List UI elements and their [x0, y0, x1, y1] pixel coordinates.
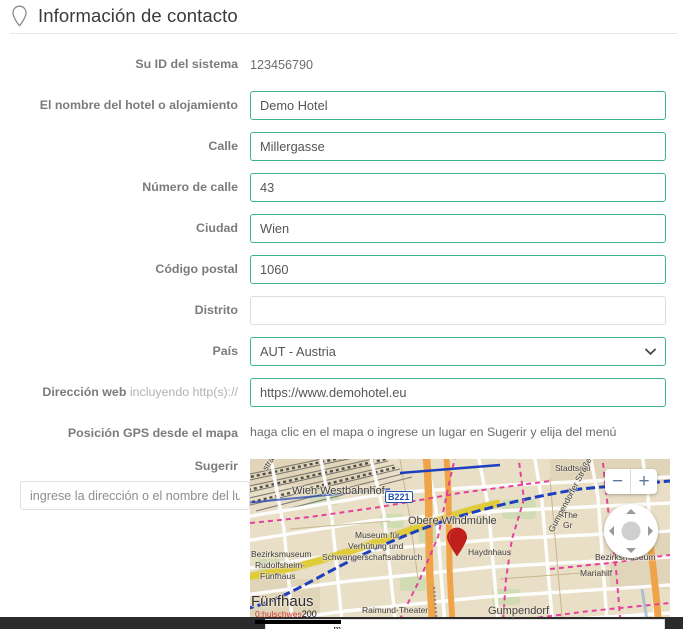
map-pan-control[interactable] [604, 504, 658, 558]
hotel-name-input[interactable] [250, 91, 666, 120]
map-scale-bar: 0:hulschwes200 m [255, 609, 341, 629]
label-web-address-muted: incluyendo http(s):// [129, 385, 238, 399]
contact-form: Su ID del sistema 123456790 El nombre de… [0, 34, 683, 629]
web-address-input[interactable] [250, 378, 666, 407]
zoom-in-button[interactable]: + [631, 469, 657, 494]
map-zoom-controls[interactable]: − + [605, 469, 657, 494]
zoom-out-button[interactable]: − [605, 469, 631, 494]
form-row-country: País AUT - Austria [0, 337, 683, 366]
label-street: Calle [208, 139, 238, 153]
form-row-district: Distrito [0, 296, 683, 325]
form-row-web-address: Dirección web incluyendo http(s):// [0, 378, 683, 407]
form-row-gps-position: Posición GPS desde el mapa haga clic en … [0, 419, 683, 447]
form-row-postal-code: Código postal [0, 255, 683, 284]
label-web-address-main: Dirección web [42, 385, 127, 399]
road-badge: B221 [385, 491, 413, 503]
label-street-number: Número de calle [142, 180, 238, 194]
street-input[interactable] [250, 132, 666, 161]
label-district: Distrito [194, 303, 238, 317]
map-pin-icon [10, 5, 29, 27]
pan-right-icon[interactable] [648, 526, 653, 536]
city-input[interactable] [250, 214, 666, 243]
street-number-input[interactable] [250, 173, 666, 202]
label-hotel-name: El nombre del hotel o alojamiento [39, 98, 238, 112]
suggest-input[interactable] [20, 481, 250, 510]
form-row-street: Calle [0, 132, 683, 161]
label-country: País [212, 344, 239, 358]
contact-information-page: Información de contacto Su ID del sistem… [0, 0, 683, 629]
label-city: Ciudad [196, 221, 238, 235]
pan-center-hub[interactable] [621, 521, 641, 541]
suggest-and-map-row: Sugerir ingrese la dirección o el nombre… [0, 459, 683, 629]
label-system-id: Su ID del sistema [135, 57, 238, 71]
label-web-address: Dirección web incluyendo http(s):// [0, 378, 250, 401]
page-title: Información de contacto [38, 5, 238, 26]
form-row-system-id: Su ID del sistema 123456790 [0, 51, 683, 79]
pan-up-icon[interactable] [626, 509, 636, 514]
page-header: Información de contacto [0, 0, 683, 33]
label-postal-code: Código postal [155, 262, 238, 276]
page-bottom-strip [0, 617, 683, 629]
suggest-column: Sugerir [0, 459, 250, 510]
country-select[interactable]: AUT - Austria [250, 337, 666, 366]
scale-unit: m [333, 624, 342, 629]
gps-position-hint: haga clic en el mapa o ingrese un lugar … [250, 425, 617, 439]
form-row-street-number: Número de calle [0, 173, 683, 202]
pan-left-icon[interactable] [609, 526, 614, 536]
district-input[interactable] [250, 296, 666, 325]
form-row-city: Ciudad [0, 214, 683, 243]
form-row-hotel-name: El nombre del hotel o alojamiento [0, 91, 683, 120]
label-suggest: Sugerir [194, 459, 238, 473]
location-marker-icon[interactable] [446, 527, 468, 557]
scale-red-label: 0:hulschwes [255, 609, 302, 619]
postal-code-input[interactable] [250, 255, 666, 284]
scale-value: 200 [301, 609, 317, 619]
label-gps-position: Posición GPS desde el mapa [67, 426, 238, 440]
location-map[interactable]: B221 Wien Westbahnhof Stadtsaal Obere Wi… [250, 459, 670, 629]
value-system-id: 123456790 [250, 58, 314, 72]
pan-down-icon[interactable] [626, 548, 636, 553]
